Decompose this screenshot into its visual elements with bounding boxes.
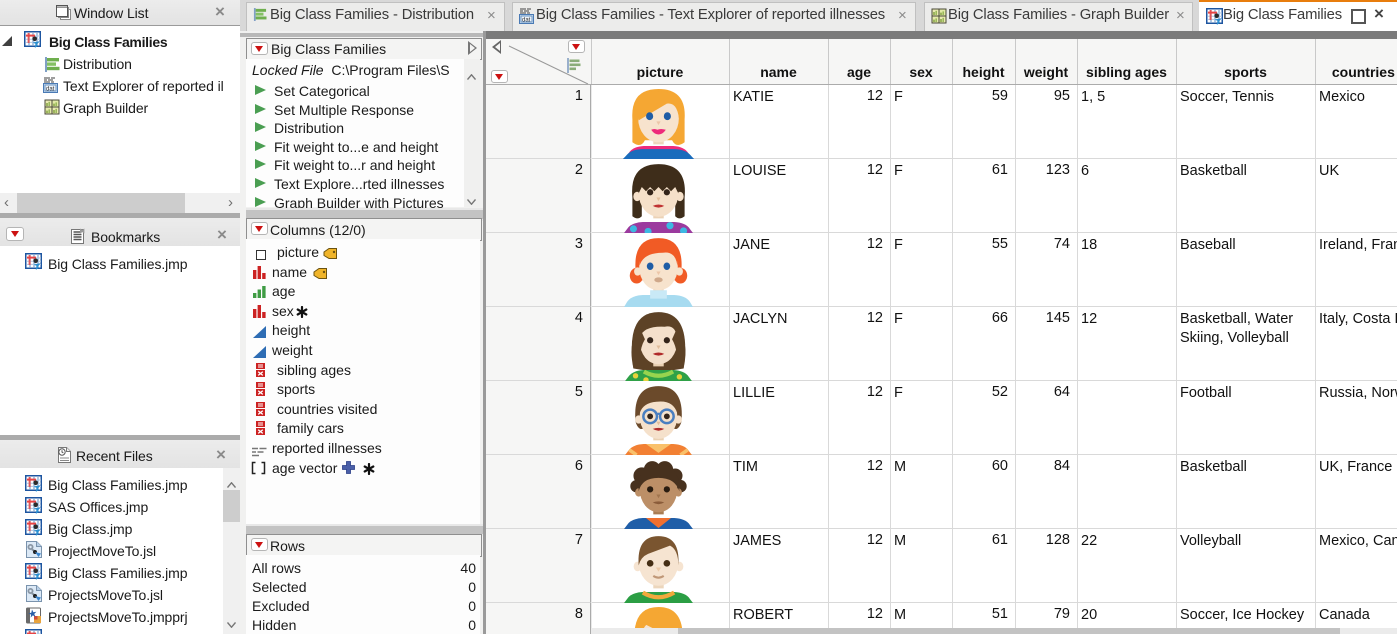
svg-text:dat: dat [522,18,531,24]
svg-text:dat: dat [46,87,55,93]
